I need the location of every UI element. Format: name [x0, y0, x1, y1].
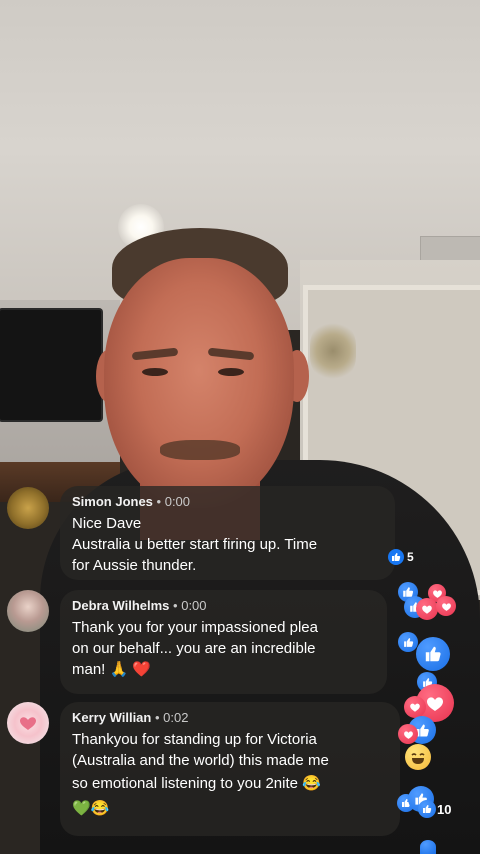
thumbs-up-icon — [416, 637, 450, 671]
comment-line: (Australia and the world) this made me — [72, 752, 329, 769]
separator-dot: • — [156, 494, 165, 509]
comment-line: Thank you for your impassioned plea — [72, 619, 318, 636]
thumbs-up-icon — [418, 800, 436, 818]
thumbs-up-icon — [388, 549, 404, 565]
comment-header: Debra Wilhelms • 0:00 — [72, 598, 375, 614]
total-reactions-count: 10 — [437, 802, 452, 817]
avatar[interactable] — [7, 590, 49, 632]
comment-header: Kerry Willian • 0:02 — [72, 710, 388, 726]
commenter-name[interactable]: Simon Jones — [72, 494, 153, 509]
comment-bubble: Simon Jones • 0:00 Nice Dave Australia u… — [60, 486, 395, 580]
commenter-name[interactable]: Kerry Willian — [72, 710, 151, 725]
comment-line: so emotional listening to you 2nite 😂 — [72, 775, 321, 792]
comment-text: Thankyou for standing up for Victoria (A… — [72, 729, 388, 819]
comment-bubble: Debra Wilhelms • 0:00 Thank you for your… — [60, 590, 387, 694]
thumbs-up-icon — [420, 840, 436, 854]
commenter-name[interactable]: Debra Wilhelms — [72, 598, 169, 613]
reaction-count-value: 5 — [407, 550, 414, 564]
comment-line: Thankyou for standing up for Victoria — [72, 731, 317, 748]
comment-line: man! 🙏 ❤️ — [72, 661, 152, 678]
avatar[interactable] — [7, 702, 49, 744]
avatar[interactable] — [7, 487, 49, 529]
comment-line: on our behalf... you are an incredible — [72, 640, 316, 657]
heart-icon — [398, 724, 418, 744]
comment-time: 0:02 — [163, 710, 189, 725]
comment-header: Simon Jones • 0:00 — [72, 494, 383, 510]
separator-dot: • — [154, 710, 164, 725]
heart-icon — [404, 696, 426, 718]
comment-time: 0:00 — [164, 494, 191, 509]
separator-dot: • — [173, 598, 182, 613]
heart-icon — [20, 717, 36, 730]
comment-bubble: Kerry Willian • 0:02 Thankyou for standi… — [60, 702, 400, 836]
comment-line: 💚😂 — [72, 800, 110, 817]
comment-line: for Aussie thunder. — [72, 557, 197, 574]
thumbs-up-icon — [398, 632, 418, 652]
comment-line: Australia u better start firing up. Time — [72, 536, 318, 553]
comment-line: Nice Dave — [72, 515, 142, 532]
comment-text: Thank you for your impassioned plea on o… — [72, 617, 375, 680]
laugh-icon — [405, 744, 431, 770]
heart-icon — [436, 596, 456, 616]
comment-time: 0:00 — [181, 598, 207, 613]
comment-text: Nice Dave Australia u better start firin… — [72, 513, 383, 576]
comment-reaction-count[interactable]: 5 — [388, 549, 414, 565]
heart-icon — [416, 598, 438, 620]
